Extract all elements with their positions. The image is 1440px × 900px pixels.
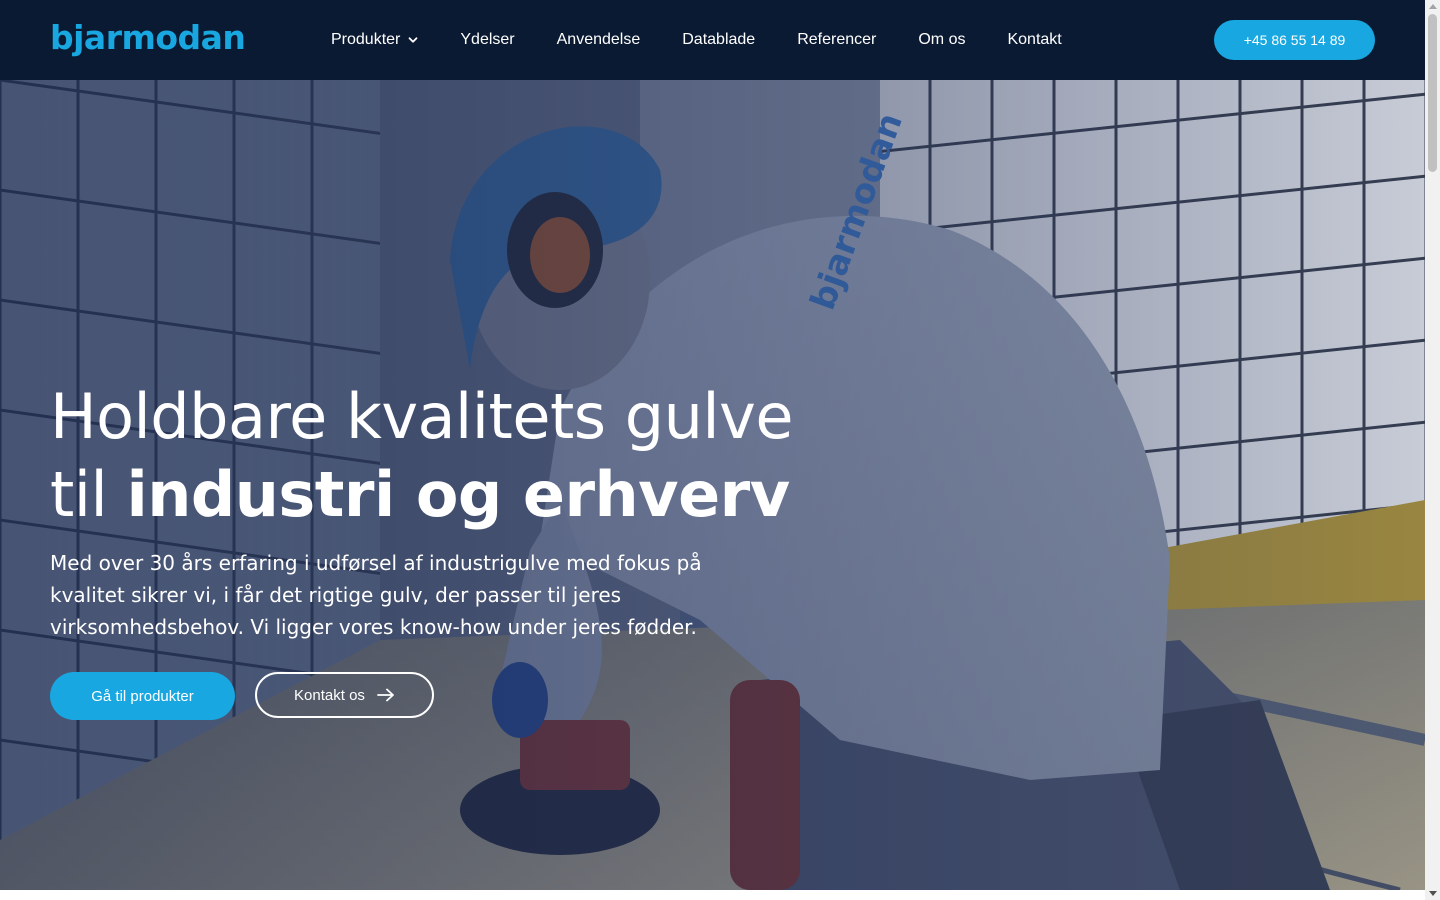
nav-item-produkter[interactable]: Produkter [331, 31, 418, 49]
hero-section: bjarmodan Holdbare kvalitets gulve til i… [0, 80, 1425, 890]
nav-item-datablade[interactable]: Datablade [682, 31, 755, 49]
next-section-edge [0, 890, 1425, 900]
nav-item-label: Produkter [331, 31, 401, 48]
hero-title: Holdbare kvalitets gulve til industri og… [50, 378, 810, 534]
nav-item-ydelser[interactable]: Ydelser [460, 31, 514, 49]
logo[interactable]: bjarmodan [50, 14, 246, 62]
page-scrollbar[interactable] [1425, 0, 1440, 900]
hero-description: Med over 30 års erfaring i udførsel af i… [50, 551, 702, 639]
hero-title-prefix: til [50, 458, 127, 531]
scroll-down-icon[interactable] [1429, 891, 1437, 896]
page: bjarmodan Produkter Ydelser Anvendelse D… [0, 0, 1425, 900]
scroll-up-icon[interactable] [1429, 4, 1437, 9]
chevron-down-icon [408, 37, 418, 43]
nav-item-referencer[interactable]: Referencer [797, 31, 876, 49]
nav-item-kontakt[interactable]: Kontakt [1007, 31, 1061, 49]
nav-item-om-os[interactable]: Om os [918, 31, 965, 49]
contact-button[interactable]: Kontakt os [255, 672, 434, 718]
phone-button[interactable]: +45 86 55 14 89 [1214, 20, 1375, 60]
nav-item-anvendelse[interactable]: Anvendelse [557, 31, 641, 49]
scroll-thumb[interactable] [1428, 14, 1437, 172]
products-button[interactable]: Gå til produkter [50, 672, 235, 720]
arrow-right-icon [377, 688, 394, 702]
hero-title-line1: Holdbare kvalitets gulve [50, 380, 794, 453]
site-header: bjarmodan Produkter Ydelser Anvendelse D… [0, 0, 1425, 80]
hero-title-bold: industri og erhverv [126, 458, 790, 531]
main-nav: Produkter Ydelser Anvendelse Datablade R… [331, 0, 1104, 80]
contact-button-label: Kontakt os [294, 686, 365, 704]
